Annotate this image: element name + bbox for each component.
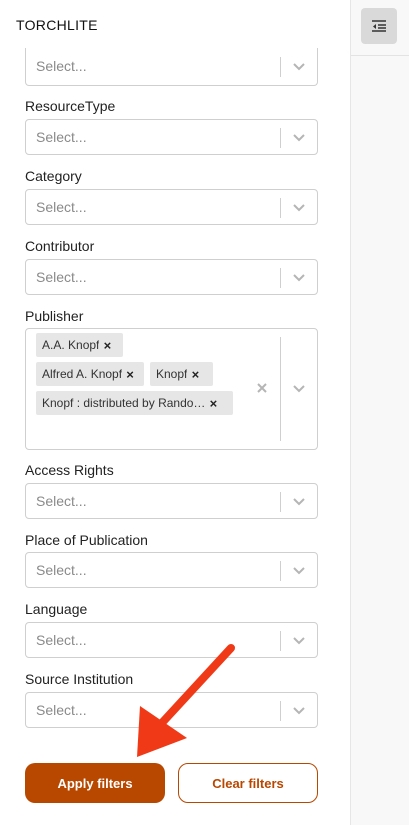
place-of-publication-select[interactable]: Select...	[25, 552, 318, 588]
source-institution-label: Source Institution	[25, 671, 134, 687]
source-institution-select[interactable]: Select...	[25, 692, 318, 728]
category-placeholder: Select...	[36, 199, 87, 215]
publisher-select[interactable]: A.A. Knopf × Alfred A. Knopf × Knopf × K…	[25, 328, 318, 450]
sidebar-header	[351, 0, 409, 56]
remove-tag-icon[interactable]: ×	[122, 362, 138, 386]
contributor-select[interactable]: Select...	[25, 259, 318, 295]
top-select-placeholder: Select...	[36, 58, 87, 74]
brand-title: TORCHLITE	[16, 17, 98, 33]
place-of-publication-placeholder: Select...	[36, 562, 87, 578]
select-separator	[280, 268, 281, 288]
publisher-tag: Knopf : distributed by Rando… ×	[36, 391, 233, 415]
select-separator	[280, 492, 281, 512]
language-select[interactable]: Select...	[25, 622, 318, 658]
filter-panel: TORCHLITE Select... ResourceType Select.…	[0, 0, 350, 825]
chevron-down-icon[interactable]	[290, 130, 308, 146]
contributor-label: Contributor	[25, 238, 95, 254]
publisher-tag: A.A. Knopf ×	[36, 333, 123, 357]
chevron-down-icon[interactable]	[290, 381, 308, 397]
resource-type-placeholder: Select...	[36, 129, 87, 145]
remove-tag-icon[interactable]: ×	[205, 391, 221, 415]
resource-type-label: ResourceType	[25, 98, 116, 114]
publisher-tag-label: Knopf : distributed by Rando…	[42, 396, 206, 410]
publisher-tag: Knopf ×	[150, 362, 213, 386]
publisher-tag: Alfred A. Knopf ×	[36, 362, 144, 386]
select-separator	[280, 337, 281, 441]
chevron-down-icon[interactable]	[290, 494, 308, 510]
chevron-down-icon[interactable]	[290, 633, 308, 649]
clear-selection-icon[interactable]	[255, 381, 269, 395]
access-rights-placeholder: Select...	[36, 493, 87, 509]
apply-filters-button[interactable]: Apply filters	[25, 763, 165, 803]
select-separator	[280, 701, 281, 721]
publisher-tag-label: Alfred A. Knopf	[42, 367, 123, 381]
language-placeholder: Select...	[36, 632, 87, 648]
collapse-sidebar-button[interactable]	[361, 8, 397, 44]
select-separator	[280, 631, 281, 651]
remove-tag-icon[interactable]: ×	[187, 362, 203, 386]
chevron-down-icon[interactable]	[290, 703, 308, 719]
contributor-placeholder: Select...	[36, 269, 87, 285]
access-rights-label: Access Rights	[25, 462, 114, 478]
select-separator	[280, 57, 281, 77]
category-select[interactable]: Select...	[25, 189, 318, 225]
clear-filters-button[interactable]: Clear filters	[178, 763, 318, 803]
top-select[interactable]: Select...	[25, 48, 318, 86]
place-of-publication-label: Place of Publication	[25, 532, 148, 548]
right-sidebar	[350, 0, 409, 825]
category-label: Category	[25, 168, 82, 184]
publisher-tag-label: Knopf	[156, 367, 188, 381]
chevron-down-icon[interactable]	[290, 59, 308, 75]
chevron-down-icon[interactable]	[290, 200, 308, 216]
language-label: Language	[25, 601, 88, 617]
select-separator	[280, 198, 281, 218]
remove-tag-icon[interactable]: ×	[99, 333, 115, 357]
chevron-down-icon[interactable]	[290, 563, 308, 579]
chevron-down-icon[interactable]	[290, 270, 308, 286]
publisher-tag-label: A.A. Knopf	[42, 338, 100, 352]
select-separator	[280, 128, 281, 148]
source-institution-placeholder: Select...	[36, 702, 87, 718]
publisher-label: Publisher	[25, 308, 84, 324]
select-separator	[280, 561, 281, 581]
resource-type-select[interactable]: Select...	[25, 119, 318, 155]
access-rights-select[interactable]: Select...	[25, 483, 318, 519]
collapse-sidebar-icon	[372, 20, 386, 32]
